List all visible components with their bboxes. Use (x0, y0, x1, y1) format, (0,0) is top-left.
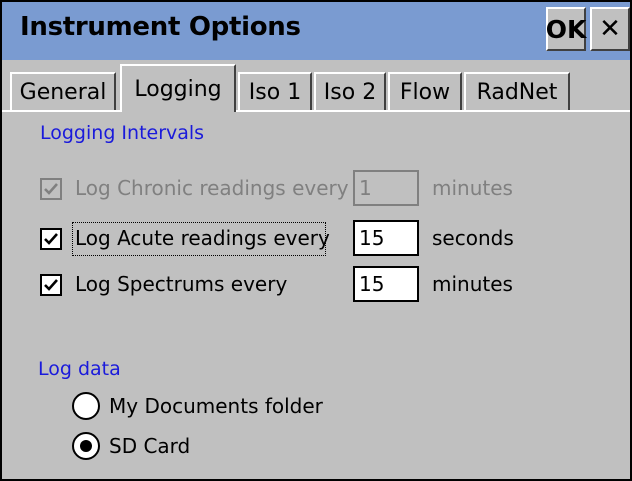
log-chronic-unit: minutes (432, 176, 513, 200)
log-chronic-interval-field[interactable]: 1 (353, 170, 419, 206)
tab-iso-1[interactable]: Iso 1 (238, 72, 312, 110)
tab-general[interactable]: General (10, 72, 116, 110)
sd-card-label: SD Card (109, 434, 191, 458)
checkmark-icon (44, 233, 58, 245)
log-acute-interval-field[interactable]: 15 (353, 220, 419, 256)
log-spectrums-interval-field[interactable]: 15 (353, 266, 419, 302)
log-data-heading: Log data (38, 358, 121, 380)
checkmark-icon (44, 183, 58, 195)
close-icon: ✕ (599, 14, 621, 44)
log-acute-unit: seconds (432, 226, 514, 250)
tab-logging[interactable]: Logging (120, 64, 236, 112)
checkmark-icon (44, 279, 58, 291)
logging-intervals-heading: Logging Intervals (40, 122, 205, 144)
tab-divider (2, 110, 630, 112)
sd-card-radio[interactable] (72, 432, 100, 460)
my-documents-radio[interactable] (72, 392, 100, 420)
log-spectrums-label: Log Spectrums every (75, 272, 288, 296)
instrument-options-window: Instrument Options OK ✕ General Logging … (0, 0, 632, 481)
tab-flow[interactable]: Flow (388, 72, 462, 110)
log-acute-label: Log Acute readings every (75, 226, 330, 250)
title-bar: Instrument Options OK ✕ (2, 2, 630, 60)
log-spectrums-unit: minutes (432, 272, 513, 296)
my-documents-label: My Documents folder (109, 394, 323, 418)
log-acute-checkbox[interactable] (40, 228, 62, 250)
tab-bar: General Logging Iso 1 Iso 2 Flow RadNet (2, 60, 630, 112)
log-spectrums-checkbox[interactable] (40, 274, 62, 296)
log-chronic-label: Log Chronic readings every (75, 176, 349, 200)
ok-button[interactable]: OK (546, 7, 586, 51)
radio-dot-icon (80, 440, 92, 452)
log-chronic-checkbox[interactable] (40, 178, 62, 200)
window-title: Instrument Options (20, 12, 301, 42)
close-button[interactable]: ✕ (590, 7, 630, 51)
tab-iso-2[interactable]: Iso 2 (314, 72, 386, 110)
tab-radnet[interactable]: RadNet (464, 72, 570, 110)
